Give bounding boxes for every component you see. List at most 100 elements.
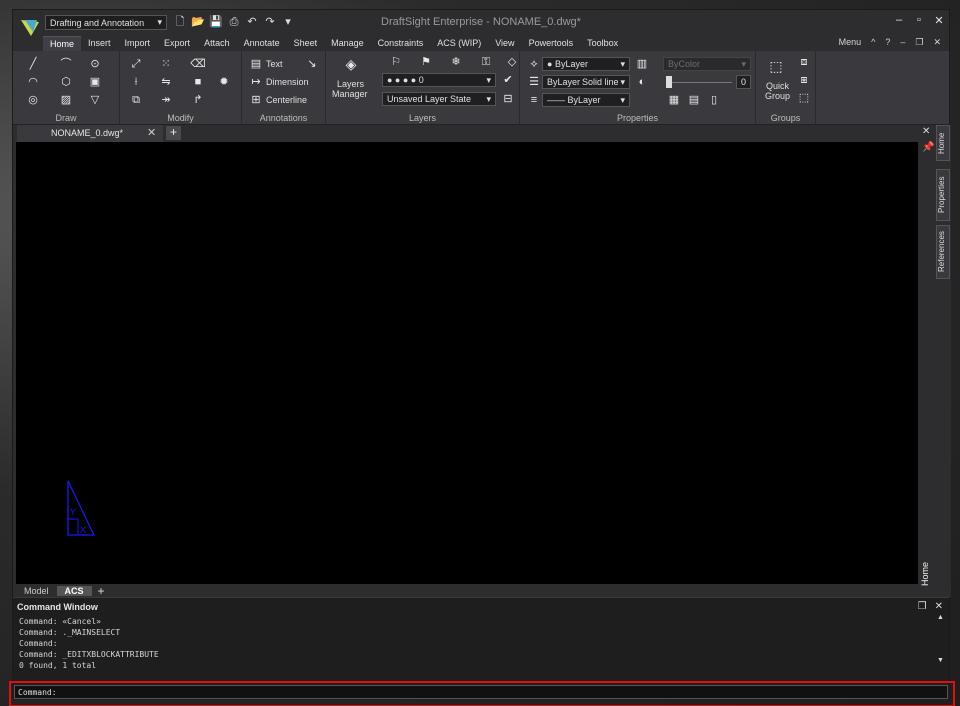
layer-walk-icon[interactable]: ◇: [504, 55, 520, 69]
ungroup-icon[interactable]: ⧈: [796, 55, 812, 69]
match-properties-icon[interactable]: ⟡: [526, 57, 542, 71]
transparency-slider-track[interactable]: [668, 82, 732, 83]
tab-toolbox[interactable]: Toolbox: [580, 36, 625, 50]
side-tab-references[interactable]: References: [936, 225, 950, 279]
erase-icon[interactable]: ⌫: [190, 57, 206, 71]
layers-manager-label-2[interactable]: Manager: [332, 89, 368, 99]
tab-attach[interactable]: Attach: [197, 36, 237, 50]
tab-insert[interactable]: Insert: [81, 36, 118, 50]
properties-panel-icon[interactable]: ▤: [686, 93, 702, 107]
array-icon[interactable]: ⁙: [158, 57, 174, 71]
lineweight-display-icon[interactable]: ▥: [634, 57, 650, 71]
explode-icon[interactable]: ■: [190, 75, 206, 89]
arc-icon[interactable]: ◠: [25, 75, 41, 89]
scroll-up-icon[interactable]: ▲: [937, 614, 945, 621]
new-tab-button[interactable]: +: [166, 126, 181, 140]
dimension-button[interactable]: Dimension: [266, 77, 309, 87]
scroll-down-icon[interactable]: ▼: [937, 657, 945, 664]
polygon-icon[interactable]: ⬡: [58, 75, 74, 89]
mirror-icon[interactable]: ⇋: [158, 75, 174, 89]
lineweight-dropdown[interactable]: —— ByLayer ▾: [542, 93, 630, 107]
command-scrollbar[interactable]: ▲ ▼: [937, 614, 945, 670]
tab-home[interactable]: Home: [43, 35, 82, 51]
help-button[interactable]: ?: [885, 37, 890, 48]
tab-powertools[interactable]: Powertools: [522, 36, 581, 50]
command-input[interactable]: Command:: [14, 685, 948, 699]
layer-dropdown[interactable]: ● ● ● ● 0 ▾: [382, 73, 496, 87]
doc-minimize-icon[interactable]: –: [900, 37, 905, 48]
list-icon[interactable]: ▦: [666, 93, 682, 107]
tab-import[interactable]: Import: [118, 36, 158, 50]
linetype-dropdown[interactable]: ByLayer Solid line ▾: [542, 75, 630, 89]
tab-manage[interactable]: Manage: [324, 36, 371, 50]
tab-export[interactable]: Export: [157, 36, 197, 50]
layers-manager-label-1[interactable]: Layers: [337, 79, 364, 89]
copy-icon[interactable]: ⧉: [128, 93, 144, 107]
hatch-icon[interactable]: ▨: [58, 93, 74, 107]
text-icon[interactable]: ▤: [248, 57, 264, 71]
tab-acs[interactable]: ACS (WIP): [430, 36, 488, 50]
side-tab-home[interactable]: Home: [936, 125, 950, 161]
layer-state-dropdown[interactable]: Unsaved Layer State ▾: [382, 92, 496, 106]
transparency-icon[interactable]: ◐: [634, 75, 650, 89]
linetype-icon[interactable]: ☰: [526, 75, 542, 89]
float-icon[interactable]: ❐: [918, 601, 927, 612]
bycolor-dropdown[interactable]: ByColor ▾: [663, 57, 751, 71]
drawing-canvas[interactable]: Y X: [16, 142, 918, 584]
collapse-ribbon-button[interactable]: ^: [871, 37, 875, 48]
rectangle-icon[interactable]: ▣: [87, 75, 103, 89]
layers-manager-icon[interactable]: ◈: [341, 57, 361, 75]
line-icon[interactable]: ╱: [25, 57, 41, 71]
group-select-icon[interactable]: ⬚: [796, 91, 812, 105]
layer-isolate-icon[interactable]: ⚑: [418, 55, 434, 69]
doc-restore-icon[interactable]: ❐: [915, 37, 923, 48]
document-tab[interactable]: NONAME_0.dwg* ✕: [17, 125, 163, 142]
side-tab-properties[interactable]: Properties: [936, 169, 950, 221]
circle-draw-icon[interactable]: ⊙: [87, 57, 103, 71]
add-sheet-button[interactable]: +: [92, 584, 111, 598]
tab-annotate[interactable]: Annotate: [237, 36, 287, 50]
fillet-icon[interactable]: ↱: [190, 93, 206, 107]
tab-view[interactable]: View: [488, 36, 521, 50]
doc-close-icon[interactable]: ✕: [933, 37, 941, 48]
group-edit-icon[interactable]: ⧆: [796, 73, 812, 87]
tab-constraints[interactable]: Constraints: [371, 36, 431, 50]
text-button[interactable]: Text: [266, 59, 283, 69]
minimize-icon[interactable]: –: [893, 14, 905, 28]
quick-group-label-1[interactable]: Quick: [766, 81, 789, 91]
polyline-icon[interactable]: ⌒: [58, 57, 74, 71]
menu-button[interactable]: Menu: [839, 37, 862, 48]
ellipse-icon[interactable]: ▽: [87, 93, 103, 107]
layer-state-manager-icon[interactable]: ⊟: [500, 92, 516, 106]
transparency-value[interactable]: 0: [736, 75, 751, 89]
color-dropdown[interactable]: ● ByLayer ▾: [542, 57, 630, 71]
quick-group-label-2[interactable]: Group: [765, 91, 790, 101]
move-icon[interactable]: ⤢: [128, 57, 144, 71]
centerline-button[interactable]: Centerline: [266, 95, 307, 105]
tab-model[interactable]: Model: [16, 586, 57, 596]
panel-close-icon[interactable]: ✕: [922, 126, 930, 137]
transparency-slider-thumb[interactable]: [666, 76, 672, 88]
layer-off-icon[interactable]: ⚐: [388, 55, 404, 69]
circle-icon[interactable]: ◎: [25, 93, 41, 107]
leader-icon[interactable]: ↘: [304, 57, 320, 71]
burst-icon[interactable]: ✹: [216, 75, 232, 89]
pin-icon[interactable]: 📌: [922, 142, 934, 153]
trim-icon[interactable]: ⟊: [128, 75, 144, 89]
tab-sheet[interactable]: Sheet: [287, 36, 325, 50]
centerline-icon[interactable]: ⊞: [248, 93, 264, 107]
tab-acs-sheet[interactable]: ACS: [56, 585, 92, 596]
layer-lock-icon[interactable]: ⚿: [478, 55, 494, 69]
lineweight-icon[interactable]: ≡: [526, 93, 542, 107]
extend-icon[interactable]: ↠: [158, 93, 174, 107]
document-icon[interactable]: ▯: [706, 93, 722, 107]
make-current-icon[interactable]: ✔: [500, 73, 516, 87]
side-home-tab[interactable]: Home: [920, 553, 934, 595]
layer-freeze-icon[interactable]: ❄: [448, 55, 464, 69]
maximize-icon[interactable]: ▫: [913, 14, 925, 28]
close-icon[interactable]: ✕: [935, 601, 943, 612]
quick-group-icon[interactable]: ⬚: [766, 59, 786, 77]
close-icon[interactable]: ✕: [933, 14, 945, 28]
dimension-icon[interactable]: ↦: [248, 75, 264, 89]
close-tab-icon[interactable]: ✕: [147, 126, 156, 139]
